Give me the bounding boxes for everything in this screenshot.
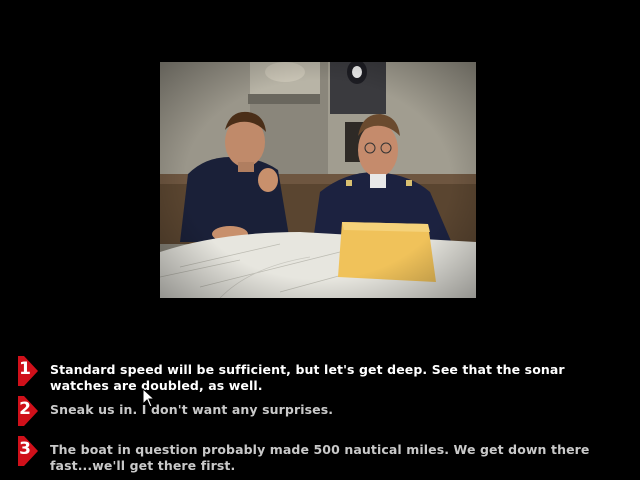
choice-number: 1 bbox=[19, 359, 31, 379]
choice-number: 3 bbox=[19, 439, 31, 459]
choice-text: Standard speed will be sufficient, but l… bbox=[50, 362, 565, 393]
choice-text: Sneak us in. I don't want any surprises. bbox=[50, 402, 334, 417]
choice-text: The boat in question probably made 500 n… bbox=[50, 442, 590, 473]
briefing-video bbox=[160, 62, 476, 298]
choice-number: 2 bbox=[19, 399, 31, 419]
mouse-pointer-icon bbox=[142, 387, 156, 408]
